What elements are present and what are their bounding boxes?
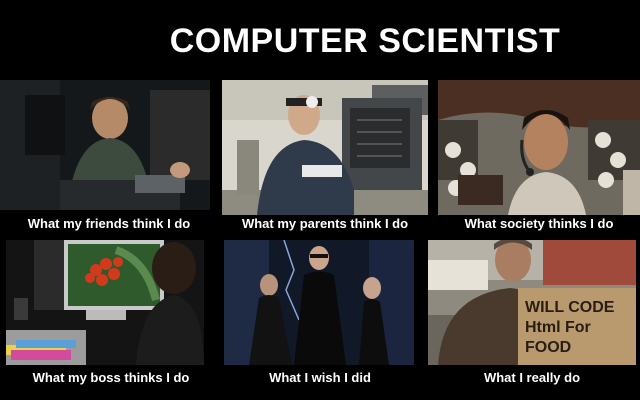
sign-line-2: Html For — [525, 319, 591, 336]
caption-society: What society thinks I do — [464, 216, 614, 231]
panel-really-image: WILL CODE Html For FOOD — [428, 240, 636, 365]
caption-wish: What I wish I did — [269, 370, 371, 385]
caption-friends: What my friends think I do — [27, 216, 191, 231]
panel-society-image — [438, 80, 640, 215]
page-title: COMPUTER SCIENTIST — [169, 22, 561, 60]
panel-wish-image — [224, 240, 414, 365]
panel-friends-image — [0, 80, 210, 210]
sign-line-1: WILL CODE — [525, 299, 615, 316]
sign-line-3: FOOD — [525, 339, 571, 356]
caption-boss: What my boss thinks I do — [32, 370, 190, 385]
panel-parents-image — [222, 80, 428, 215]
caption-parents: What my parents think I do — [241, 216, 409, 231]
panel-boss-image — [6, 240, 204, 365]
caption-really: What I really do — [483, 370, 581, 385]
